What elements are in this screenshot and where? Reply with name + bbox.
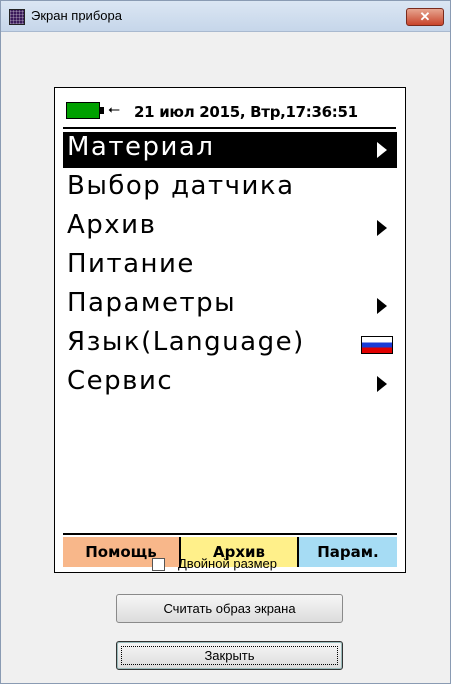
read-screen-button[interactable]: Считать образ экрана bbox=[116, 594, 343, 623]
close-window-button[interactable]: ✕ bbox=[406, 8, 444, 26]
datetime-text: 21 июл 2015, Втр,17:36:51 bbox=[134, 103, 358, 121]
menu-item-label: Сервис bbox=[67, 366, 174, 396]
submenu-arrow-icon bbox=[377, 220, 387, 236]
menu-item-archive[interactable]: Архив bbox=[63, 210, 397, 246]
close-button[interactable]: Закрыть bbox=[116, 641, 343, 670]
menu-item-label: Выбор датчика bbox=[67, 171, 295, 201]
params-softkey[interactable]: Парам. bbox=[299, 537, 397, 567]
menu-item-label: Параметры bbox=[67, 288, 237, 318]
russian-flag-icon bbox=[361, 336, 393, 354]
battery-tip bbox=[100, 107, 104, 114]
usb-icon: ⭠ bbox=[108, 100, 121, 118]
menu-item-label: Материал bbox=[67, 132, 215, 162]
double-size-label: Двойной размер bbox=[178, 556, 278, 571]
menu-item-service[interactable]: Сервис bbox=[63, 366, 397, 402]
menu-item-power[interactable]: Питание bbox=[63, 249, 397, 285]
dialog-client-area: ⭠ 21 июл 2015, Втр,17:36:51 Материал Выб… bbox=[8, 32, 444, 677]
submenu-arrow-icon bbox=[377, 376, 387, 392]
menu-item-label: Архив bbox=[67, 210, 157, 240]
menu-item-material[interactable]: Материал bbox=[63, 132, 397, 168]
double-size-checkbox[interactable] bbox=[152, 558, 165, 571]
device-status-bar: ⭠ 21 июл 2015, Втр,17:36:51 bbox=[63, 97, 396, 129]
menu-item-parameters[interactable]: Параметры bbox=[63, 288, 397, 324]
app-icon bbox=[9, 9, 25, 25]
close-icon: ✕ bbox=[419, 9, 431, 24]
menu-item-sensor-select[interactable]: Выбор датчика bbox=[63, 171, 397, 207]
submenu-arrow-icon bbox=[377, 298, 387, 314]
device-screen: ⭠ 21 июл 2015, Втр,17:36:51 Материал Выб… bbox=[54, 87, 406, 573]
menu-item-label: Язык(Language) bbox=[67, 327, 305, 357]
menu-item-label: Питание bbox=[67, 249, 195, 279]
menu-item-language[interactable]: Язык(Language) bbox=[63, 327, 397, 363]
window-title: Экран прибора bbox=[31, 8, 122, 23]
submenu-arrow-icon bbox=[377, 142, 387, 158]
title-bar[interactable]: Экран прибора ✕ bbox=[1, 1, 450, 32]
dialog-window: Экран прибора ✕ ⭠ 21 июл 2015, Втр,17:36… bbox=[0, 0, 451, 684]
battery-icon bbox=[66, 102, 100, 119]
